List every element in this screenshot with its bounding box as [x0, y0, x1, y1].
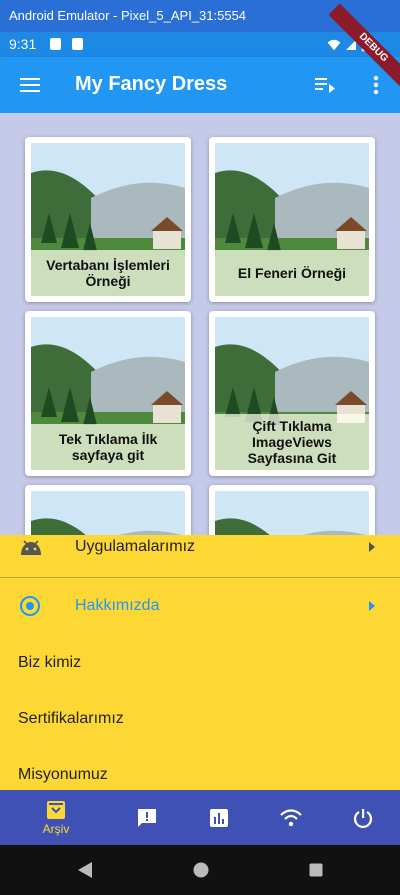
card-single-tap[interactable]: Tek Tıklama İlk sayfaya git	[25, 311, 191, 476]
playlist-play-icon[interactable]	[312, 73, 340, 97]
notification-a-icon	[50, 38, 61, 50]
landscape-image	[31, 491, 185, 535]
card-caption: Çift Tıklama ImageViews Sayfasına Git	[215, 414, 369, 470]
sd-card-icon	[72, 38, 83, 50]
card-flashlight[interactable]: El Feneri Örneği	[209, 137, 375, 302]
bar-chart-icon	[210, 808, 228, 827]
nav-power[interactable]	[327, 790, 399, 845]
wifi-status-icon	[327, 39, 341, 50]
list-item-who-we-are[interactable]: Biz kimiz	[0, 635, 400, 691]
card-caption: El Feneri Örneği	[215, 250, 369, 296]
expansion-item-about[interactable]: Hakkımızda	[0, 578, 400, 634]
more-vert-icon[interactable]	[364, 73, 388, 97]
expansion-panel: Uygulamalarımız Hakkımızda Biz kimiz Ser…	[0, 535, 400, 790]
status-bar: 9:31	[0, 32, 400, 57]
expansion-item-label: Uygulamalarımız	[75, 538, 196, 555]
home-circle-icon[interactable]	[193, 862, 209, 878]
list-item-label: Misyonumuz	[18, 766, 108, 783]
menu-icon[interactable]	[14, 73, 46, 97]
system-navigation-bar	[0, 845, 400, 895]
landscape-image: Tek Tıklama İlk sayfaya git	[31, 317, 185, 470]
card-grid: Vertabanı İşlemleri Örneği El Feneri Örn…	[0, 113, 400, 535]
wifi-icon	[280, 808, 302, 826]
card-partial[interactable]	[25, 485, 191, 535]
feedback-icon	[138, 808, 156, 827]
card-database[interactable]: Vertabanı İşlemleri Örneği	[25, 137, 191, 302]
nav-archive[interactable]: Arşiv	[20, 790, 92, 845]
status-time: 9:31	[9, 36, 37, 52]
list-item-mission[interactable]: Misyonumuz	[0, 747, 400, 790]
emulator-title: Android Emulator - Pixel_5_API_31:5554	[9, 8, 247, 23]
landscape-image: El Feneri Örneği	[215, 143, 369, 296]
nav-wifi[interactable]	[255, 790, 327, 845]
expansion-item-label: Hakkımızda	[75, 597, 160, 614]
android-icon	[21, 540, 41, 555]
card-caption: Tek Tıklama İlk sayfaya git	[31, 424, 185, 470]
caret-right-icon	[369, 542, 375, 552]
archive-icon	[47, 800, 65, 819]
recents-square-icon[interactable]	[309, 863, 323, 877]
nav-feedback[interactable]	[111, 790, 183, 845]
landscape-image	[215, 491, 369, 535]
card-double-tap[interactable]: Çift Tıklama ImageViews Sayfasına Git	[209, 311, 375, 476]
radio-target-icon	[20, 596, 40, 616]
card-caption: Vertabanı İşlemleri Örneği	[31, 250, 185, 296]
expansion-item-apps[interactable]: Uygulamalarımız	[0, 535, 400, 577]
app-bar: My Fancy Dress	[0, 57, 400, 113]
list-item-label: Sertifikalarımız	[18, 710, 124, 727]
list-item-label: Biz kimiz	[18, 654, 82, 671]
landscape-image: Vertabanı İşlemleri Örneği	[31, 143, 185, 296]
landscape-image: Çift Tıklama ImageViews Sayfasına Git	[215, 317, 369, 470]
bottom-navigation: Arşiv	[0, 790, 400, 845]
back-triangle-icon[interactable]	[77, 861, 93, 879]
nav-label: Arşiv	[42, 821, 70, 836]
app-title: My Fancy Dress	[75, 73, 228, 95]
list-item-certificates[interactable]: Sertifikalarımız	[0, 691, 400, 747]
power-icon	[353, 808, 373, 828]
caret-right-icon	[369, 601, 375, 611]
card-partial[interactable]	[209, 485, 375, 535]
nav-stats[interactable]	[183, 790, 255, 845]
